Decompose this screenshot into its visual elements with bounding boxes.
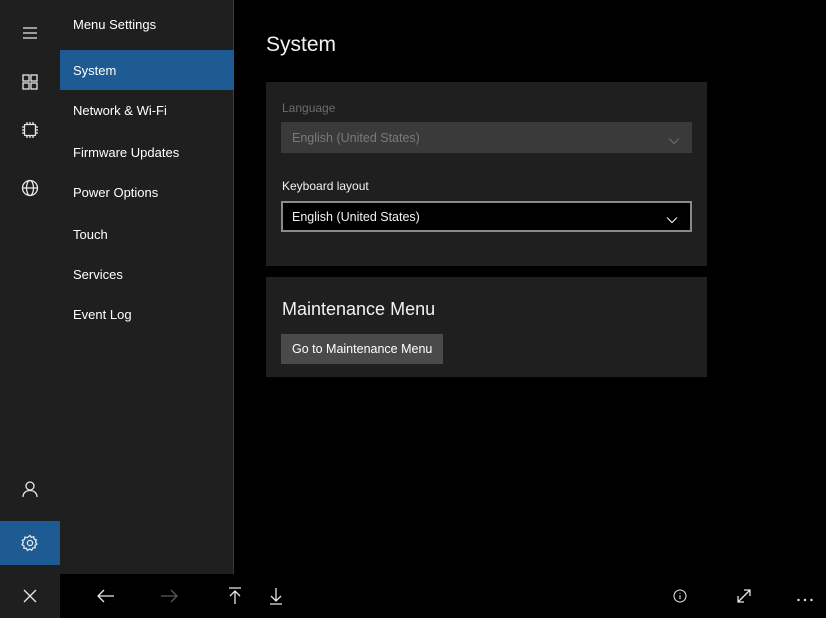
- go-to-maintenance-menu-button[interactable]: Go to Maintenance Menu: [281, 334, 444, 364]
- forward-arrow-icon: [161, 589, 178, 603]
- hamburger-icon: [23, 27, 37, 39]
- network-button[interactable]: [0, 168, 60, 208]
- apps-grid-icon: [22, 74, 38, 90]
- more-button[interactable]: [788, 574, 822, 618]
- chevron-down-icon: [666, 213, 678, 223]
- more-icon: [797, 598, 813, 602]
- back-arrow-icon: [97, 589, 114, 603]
- forward-button[interactable]: [149, 574, 189, 618]
- info-button[interactable]: [662, 574, 698, 618]
- back-button[interactable]: [86, 574, 126, 618]
- scroll-bottom-icon: [270, 588, 282, 605]
- language-card: Language English (United States) Keyboar…: [266, 82, 707, 266]
- close-icon: [23, 589, 37, 603]
- maintenance-title: Maintenance Menu: [282, 299, 436, 319]
- language-select: English (United States): [281, 122, 692, 153]
- keyboard-layout-select[interactable]: English (United States): [281, 201, 692, 232]
- menu-item-network[interactable]: Network & Wi-Fi: [60, 90, 234, 130]
- scroll-to-top-button[interactable]: [217, 574, 253, 618]
- expand-icon: [737, 589, 751, 603]
- menu-item-power-options[interactable]: Power Options: [60, 172, 234, 212]
- person-icon: [22, 481, 38, 498]
- device-button[interactable]: [0, 110, 60, 150]
- menu-header: Menu Settings: [73, 17, 157, 32]
- menu-item-touch[interactable]: Touch: [60, 214, 234, 254]
- settings-button[interactable]: [0, 521, 60, 565]
- globe-icon: [21, 179, 39, 197]
- close-button[interactable]: [0, 574, 60, 618]
- bottom-bar: [0, 574, 826, 618]
- user-button[interactable]: [0, 469, 60, 509]
- settings-menu: Menu Settings System Network & Wi-Fi Fir…: [60, 0, 234, 574]
- menu-item-system[interactable]: System: [60, 50, 234, 90]
- menu-item-firmware-updates[interactable]: Firmware Updates: [60, 132, 234, 172]
- menu-item-services[interactable]: Services: [60, 254, 234, 294]
- chevron-down-icon: [668, 134, 680, 144]
- gear-icon: [21, 534, 38, 552]
- keyboard-layout-select-value: English (United States): [292, 209, 420, 224]
- dashboard-button[interactable]: [0, 62, 60, 102]
- language-select-value: English (United States): [292, 130, 420, 145]
- icon-rail: [0, 0, 60, 574]
- maintenance-card: Maintenance Menu Go to Maintenance Menu: [266, 277, 707, 377]
- menu-item-event-log[interactable]: Event Log: [60, 294, 234, 334]
- fullscreen-button[interactable]: [726, 574, 762, 618]
- chip-icon: [22, 122, 38, 138]
- hamburger-menu-button[interactable]: [0, 13, 60, 53]
- scroll-to-bottom-button[interactable]: [258, 574, 294, 618]
- page-title: System: [266, 33, 337, 56]
- keyboard-layout-label: Keyboard layout: [282, 179, 369, 193]
- language-label: Language: [282, 101, 336, 115]
- info-icon: [673, 589, 687, 603]
- scroll-top-icon: [229, 587, 241, 604]
